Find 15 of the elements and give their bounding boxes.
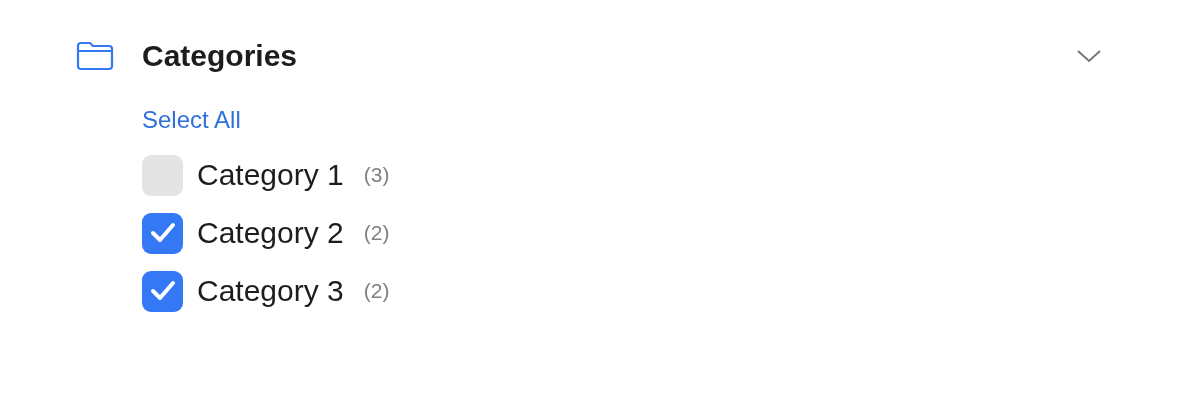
category-label: Category 3 <box>197 274 344 308</box>
checkmark-icon <box>149 280 176 302</box>
folder-icon <box>76 41 114 71</box>
checkbox[interactable] <box>142 270 183 312</box>
checkmark-icon <box>149 222 176 244</box>
item-count: (2) <box>363 279 390 303</box>
item-count: (2) <box>363 221 390 245</box>
checkbox[interactable] <box>142 154 183 196</box>
select-all-link[interactable]: Select All <box>142 106 241 134</box>
checkbox[interactable] <box>142 212 183 254</box>
category-label: Category 2 <box>197 216 344 250</box>
chevron-icon[interactable] <box>1076 48 1102 64</box>
section-title: Categories <box>142 39 298 73</box>
item-count: (3) <box>363 163 390 187</box>
category-label: Category 1 <box>197 158 344 192</box>
